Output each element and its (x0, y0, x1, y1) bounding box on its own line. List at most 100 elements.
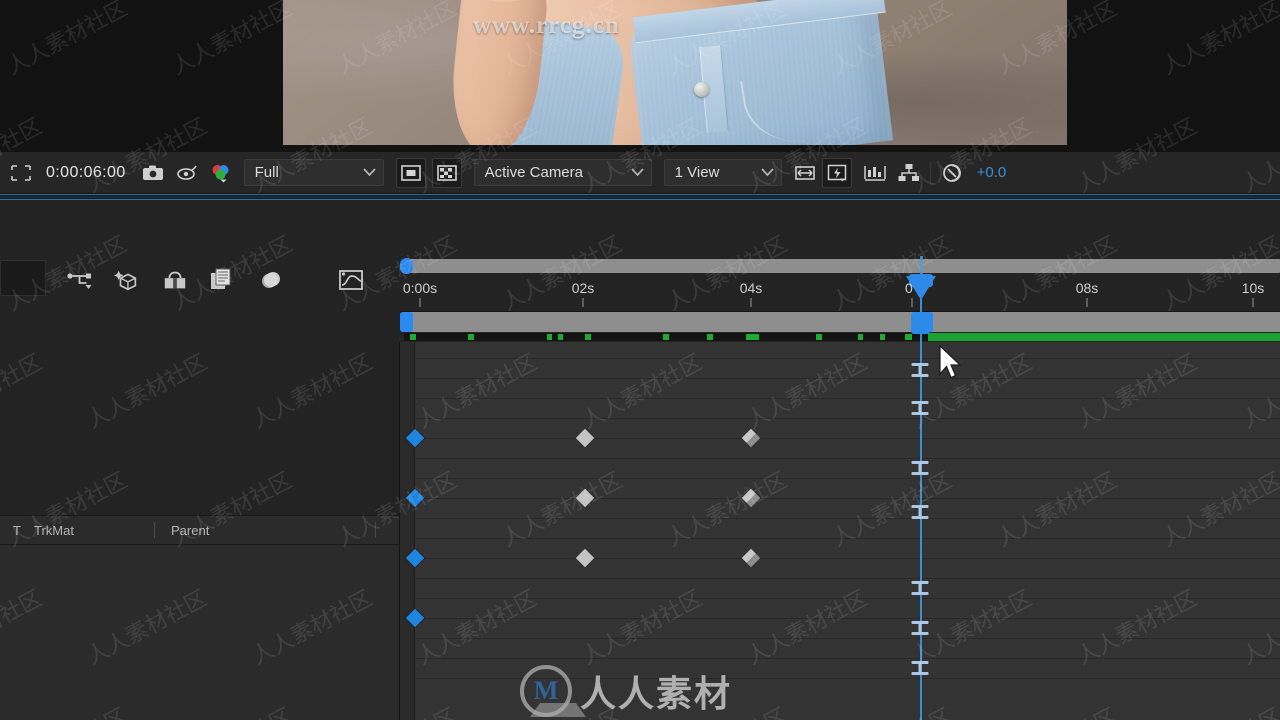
keyframe-marker[interactable] (405, 608, 425, 628)
toolbar-divider (929, 160, 931, 185)
timeline-column-headers: T TrkMat Parent (0, 515, 400, 545)
column-header-type[interactable]: T (0, 523, 34, 538)
keyframe-marker[interactable] (741, 488, 761, 508)
scrollbar-handle-left[interactable] (400, 258, 413, 274)
graph-grid-line (400, 658, 1280, 659)
time-tick-label: 02s (571, 280, 595, 296)
current-time-display[interactable]: 0:00:06:00 (38, 164, 136, 182)
title-safe-icon[interactable] (395, 157, 426, 188)
keyframe-marker[interactable] (575, 428, 595, 448)
chevron-down-icon (630, 164, 644, 181)
work-area-start-handle[interactable] (400, 312, 413, 332)
column-header-trkmat[interactable]: TrkMat (34, 523, 154, 538)
comp-flowchart-icon[interactable] (892, 158, 926, 188)
graph-grid-line (400, 538, 1280, 539)
time-tick-label: 10s (1241, 280, 1265, 296)
time-tick-mark (1252, 298, 1254, 307)
exposure-value[interactable]: +0.0 (969, 164, 1007, 181)
resolution-dropdown[interactable]: Full (243, 159, 384, 186)
graph-grid-line (400, 378, 1280, 379)
pixel-aspect-correction-icon[interactable] (788, 158, 822, 188)
motion-blur-icon[interactable] (258, 267, 284, 293)
playhead-time-tick-label: 0 (905, 280, 913, 296)
mouse-cursor (938, 344, 964, 388)
timeline-zoom-scrollbar[interactable] (400, 258, 1280, 274)
keyframe-marker[interactable] (741, 548, 761, 568)
graph-grid-line (400, 518, 1280, 519)
timeline-panel: T TrkMat Parent 0:00s 02s 04s 0 08s 10s (0, 200, 1280, 720)
graph-grid-line (400, 418, 1280, 419)
time-tick-mark (419, 298, 421, 307)
time-tick-label: 04s (739, 280, 763, 296)
draft-3d-icon[interactable] (114, 267, 140, 293)
playhead-row-marker[interactable] (911, 505, 929, 519)
cache-segment (663, 334, 669, 340)
transparency-grid-icon[interactable] (431, 157, 462, 188)
chevron-down-icon (760, 164, 774, 181)
cache-segment (707, 334, 713, 340)
graph-grid-line (400, 638, 1280, 639)
region-of-interest-icon[interactable] (4, 158, 38, 188)
composition-viewer-panel: www.rrcg.cn (0, 0, 1280, 152)
graph-grid-line (400, 578, 1280, 579)
timeline-switches-toolbar (0, 255, 400, 305)
graph-grid-line (400, 398, 1280, 399)
hide-shy-layers-icon[interactable] (162, 267, 188, 293)
eye-icon[interactable] (170, 158, 204, 188)
layer-switches-icon[interactable] (66, 267, 92, 293)
chevron-down-icon (362, 164, 376, 181)
keyframe-marker[interactable] (405, 488, 425, 508)
graph-editor-icon[interactable] (338, 267, 364, 293)
frame-blending-icon[interactable] (210, 267, 236, 293)
view-layout-value: 1 View (674, 164, 720, 181)
cache-indicator-bar (404, 333, 1280, 341)
view-layout-dropdown[interactable]: 1 View (663, 159, 782, 186)
cache-segment (858, 334, 863, 340)
keyframe-marker[interactable] (741, 428, 761, 448)
time-tick-mark (750, 298, 752, 307)
time-tick-mark (582, 298, 584, 307)
current-time-indicator-workbar[interactable] (911, 312, 930, 334)
time-ruler[interactable]: 0:00s 02s 04s 0 08s 10s (400, 274, 1280, 312)
playhead-row-marker[interactable] (911, 661, 929, 675)
graph-grid-line (400, 558, 1280, 559)
reset-exposure-icon[interactable] (935, 158, 969, 188)
graph-grid-line (400, 458, 1280, 459)
cache-segment (880, 334, 885, 340)
graph-grid-line (400, 598, 1280, 599)
camera-view-dropdown[interactable]: Active Camera (473, 159, 652, 186)
playhead-row-marker[interactable] (911, 401, 929, 415)
timeline-icon[interactable] (858, 158, 892, 188)
composition-preview[interactable]: www.rrcg.cn (283, 0, 1067, 145)
graph-grid-line (400, 438, 1280, 439)
cache-segment (547, 334, 552, 340)
rgb-channels-icon[interactable] (204, 158, 238, 188)
time-tick-label: 08s (1075, 280, 1099, 296)
cache-segment (585, 334, 591, 340)
work-area-bar[interactable] (400, 312, 1280, 332)
keyframe-marker[interactable] (405, 548, 425, 568)
graph-grid-line (400, 478, 1280, 479)
playhead-row-marker[interactable] (911, 363, 929, 377)
viewer-toolbar: 0:00:06:00 Full Active Camera 1 View +0.… (0, 152, 1280, 194)
layer-outline-list[interactable] (0, 545, 399, 720)
keyframe-marker[interactable] (575, 488, 595, 508)
column-divider (375, 522, 376, 538)
graph-grid-line (400, 678, 1280, 679)
time-tick-label: 0:00s (402, 280, 438, 296)
fast-previews-icon[interactable] (821, 157, 852, 188)
cache-segment (905, 334, 912, 340)
graph-grid-line (400, 618, 1280, 619)
playhead-row-marker[interactable] (911, 461, 929, 475)
column-header-parent[interactable]: Parent (155, 523, 275, 538)
keyframe-marker[interactable] (575, 548, 595, 568)
playhead-line[interactable] (920, 274, 922, 720)
graph-grid-line (400, 498, 1280, 499)
playhead-row-marker[interactable] (911, 621, 929, 635)
keyframe-marker[interactable] (405, 428, 425, 448)
after-effects-window: www.rrcg.cn 0:00:06:00 Full Active Camer… (0, 0, 1280, 720)
camera-icon[interactable] (136, 158, 170, 188)
playhead-row-marker[interactable] (911, 581, 929, 595)
keyframe-graph-body[interactable] (400, 342, 1280, 720)
cache-segment (468, 334, 474, 340)
